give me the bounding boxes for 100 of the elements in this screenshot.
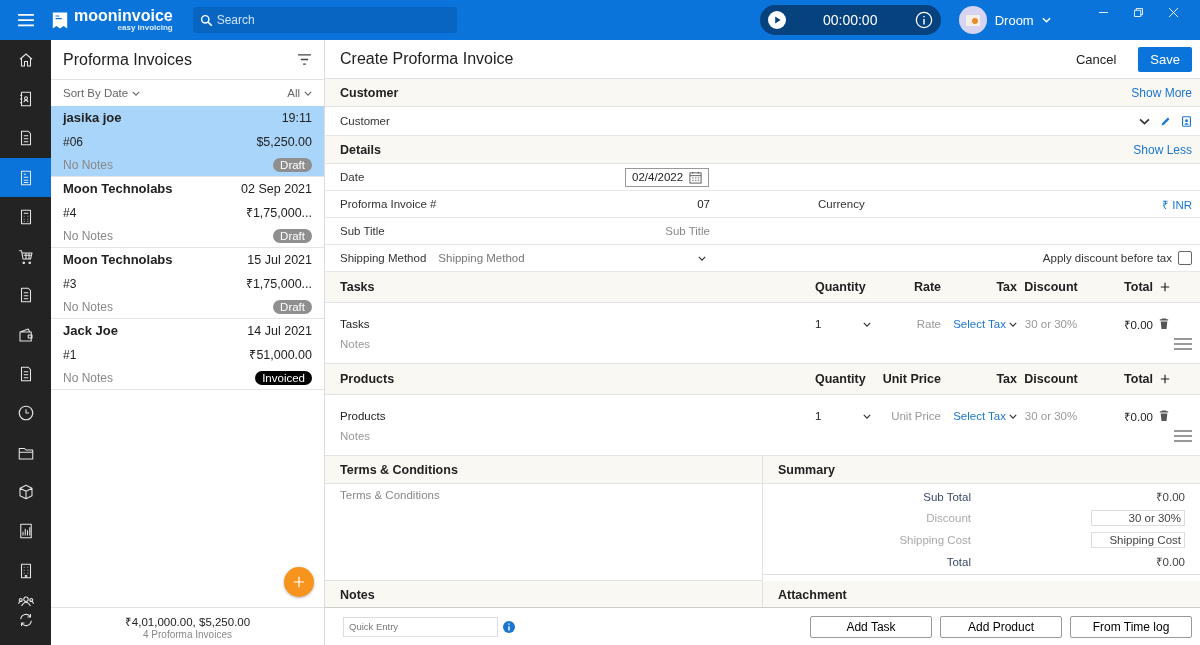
footer-button[interactable]: Add Task (810, 615, 932, 638)
client-name: Jack Joe (63, 323, 118, 338)
summary-label: Discount (925, 512, 971, 524)
wallet-icon (16, 325, 35, 344)
column-header: Total (1123, 372, 1153, 386)
save-button[interactable]: Save (1138, 46, 1192, 72)
list-total: ₹4,01,000.00, $5,250.00 (124, 614, 251, 629)
tax-dropdown[interactable]: Select Tax (945, 318, 1017, 330)
menu-icon[interactable] (17, 13, 35, 27)
shipping-method-dropdown[interactable]: Shipping Method (438, 252, 707, 264)
drag-handle-icon[interactable] (1174, 429, 1192, 442)
subtitle-field[interactable]: Sub Title (625, 225, 710, 237)
search-field[interactable]: Search (192, 7, 457, 33)
field-label: Shipping Method (340, 252, 427, 264)
field-label: Apply discount before tax (1042, 252, 1172, 264)
section-title: Customer (340, 85, 399, 100)
invoice-notes: No Notes (63, 300, 114, 314)
box-icon (16, 482, 35, 501)
quick-entry-field[interactable]: Quick Entry (343, 616, 498, 637)
column-header: Quantity (815, 280, 867, 294)
field-label: Date (340, 171, 366, 183)
section-title: Notes (340, 587, 375, 602)
play-icon[interactable] (767, 11, 786, 29)
line-total: ₹0.00 (1122, 317, 1153, 332)
invoice-date: 19:11 (281, 110, 312, 125)
invoice-notes: No Notes (63, 229, 114, 243)
currency-link[interactable]: ₹ INR (1162, 196, 1192, 212)
footer-button[interactable]: Add Product (940, 615, 1062, 638)
invoice-amount: ₹1,75,000... (245, 205, 312, 221)
invoice-list-item[interactable]: Jack Joe 14 Jul 2021 #1 ₹51,000.00 No Notes Invoiced (51, 319, 324, 390)
price-field[interactable]: Rate (875, 318, 945, 330)
invoice-amount: ₹1,75,000... (245, 276, 312, 292)
status-badge: Draft (273, 158, 312, 172)
close-icon[interactable] (1169, 8, 1178, 17)
discount-checkbox[interactable] (1178, 251, 1192, 265)
trash-icon[interactable] (1159, 410, 1169, 422)
invoice-list-item[interactable]: jasika joe 19:11 #06 $5,250.00 No Notes Draft (51, 106, 324, 177)
show-more-link[interactable]: Show More (1131, 85, 1192, 100)
section-title: Summary (778, 462, 835, 477)
plus-icon (293, 576, 305, 588)
user-name[interactable]: Droom (994, 12, 1034, 28)
quantity-dropdown[interactable]: 1 (815, 318, 875, 330)
drag-handle-icon[interactable] (1174, 337, 1192, 350)
invoice-date: 02 Sep 2021 (241, 181, 312, 196)
column-header: Unit Price (881, 372, 942, 386)
plus-icon[interactable] (1160, 282, 1170, 292)
item-name: Tasks (340, 318, 371, 330)
pencil-icon[interactable] (1160, 115, 1171, 127)
info-icon[interactable] (914, 11, 933, 29)
column-header: Tax (995, 280, 1017, 294)
trash-icon[interactable] (1159, 318, 1169, 330)
summary-field[interactable]: Shipping Cost (1091, 532, 1185, 548)
chevron-down-icon (1009, 413, 1017, 419)
invoice-list-item[interactable]: Moon Technolabs 02 Sep 2021 #4 ₹1,75,000... No Notes Draft (51, 177, 324, 248)
column-header: Total (1123, 280, 1153, 294)
info-icon[interactable] (503, 620, 515, 633)
field-label: Proforma Invoice # (340, 198, 438, 210)
section-title: Details (340, 142, 381, 157)
restore-icon[interactable] (1134, 8, 1143, 17)
column-header: Quantity (815, 372, 867, 386)
show-less-link[interactable]: Show Less (1133, 142, 1192, 157)
price-field[interactable]: Unit Price (875, 410, 945, 422)
sidebar-item[interactable] (0, 157, 51, 198)
sort-dropdown[interactable]: Sort By Date (63, 87, 141, 99)
summary-field[interactable]: 30 or 30% (1091, 510, 1185, 526)
chevron-down-icon (863, 413, 871, 419)
summary-value: ₹0.00 (1154, 490, 1185, 504)
invoice-number-field[interactable]: 07 (625, 198, 710, 210)
line-total: ₹0.00 (1122, 409, 1153, 424)
customer-field[interactable]: Customer (340, 115, 1129, 127)
filter-dropdown[interactable]: All (287, 87, 312, 99)
section-title: Attachment (778, 587, 847, 602)
status-badge: Invoiced (255, 371, 312, 385)
plus-icon[interactable] (1160, 374, 1170, 384)
filter-icon[interactable] (297, 54, 312, 65)
panel-title: Proforma Invoices (63, 50, 192, 69)
chevron-down-icon (863, 321, 871, 327)
chevron-down-icon (1009, 321, 1017, 327)
notes-field[interactable]: Notes (340, 429, 1174, 442)
cancel-button[interactable]: Cancel (1069, 50, 1123, 68)
invoice-amount: $5,250.00 (256, 134, 312, 149)
avatar-icon[interactable] (958, 6, 987, 34)
footer-button[interactable]: From Time log (1070, 615, 1192, 638)
date-field[interactable]: 02/4/2022 (625, 167, 710, 187)
section-title: Products (340, 372, 396, 386)
notes-field[interactable]: Notes (340, 337, 1174, 350)
invoice-notes: No Notes (63, 371, 114, 385)
contact-card-icon[interactable] (1181, 115, 1192, 127)
discount-field[interactable]: 30 or 30% (1017, 410, 1085, 422)
discount-field[interactable]: 30 or 30% (1017, 318, 1085, 330)
section-title: Tasks (340, 280, 376, 294)
list-count: 4 Proforma Invoices (143, 628, 232, 640)
status-badge: Draft (273, 300, 312, 314)
invoice-number: #4 (63, 205, 77, 220)
tax-dropdown[interactable]: Select Tax (945, 410, 1017, 422)
invoice-list-item[interactable]: Moon Technolabs 15 Jul 2021 #3 ₹1,75,000... No Notes Draft (51, 248, 324, 319)
invoice-notes: No Notes (63, 158, 114, 172)
chevron-down-icon (698, 255, 707, 261)
quantity-dropdown[interactable]: 1 (815, 410, 875, 422)
summary-label: Sub Total (922, 490, 971, 503)
